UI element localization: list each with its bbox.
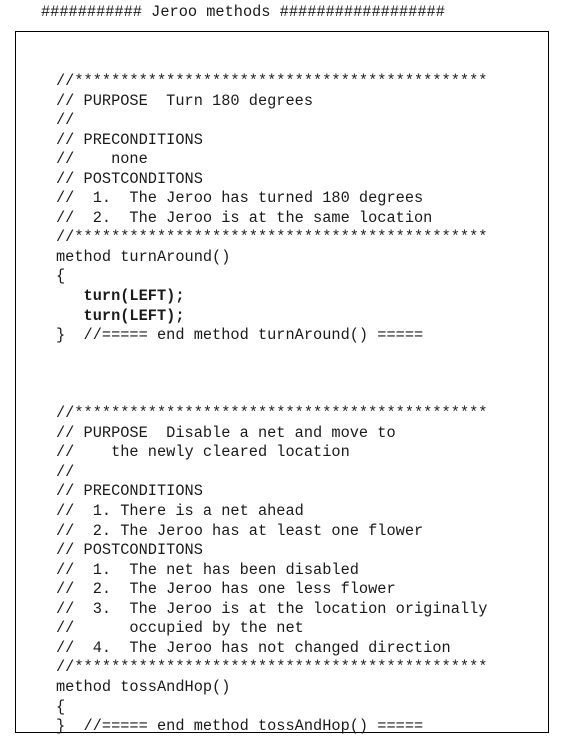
code-line: // occupied by the net (56, 619, 304, 638)
code-line: // PRECONDITIONS (56, 130, 203, 149)
code-listing-box: //**************************************… (15, 31, 549, 735)
code-line: // 2. The Jeroo has at least one flower (56, 521, 424, 540)
code-listing: //**************************************… (56, 72, 487, 737)
code-line: //**************************************… (56, 72, 488, 90)
code-line: } //===== end method turnAround() ===== (56, 326, 424, 345)
code-line: // 3. The Jeroo is at the location origi… (56, 599, 488, 618)
code-line: // 1. The net has been disabled (56, 560, 359, 579)
code-line: // none (56, 150, 148, 169)
code-line: // 1. There is a net ahead (56, 502, 304, 521)
code-line: //**************************************… (56, 228, 488, 247)
blank-code-line (56, 346, 487, 366)
code-line: { (56, 697, 66, 716)
code-line: // the newly cleared location (56, 443, 350, 462)
section-header: ########### Jeroo methods ##############… (41, 3, 445, 21)
blank-code-line (56, 365, 487, 385)
code-line: // PURPOSE Disable a net and move to (56, 423, 396, 442)
code-line: } //===== end method tossAndHop() ===== (56, 717, 424, 736)
code-line: { (56, 267, 66, 286)
code-line: // POSTCONDITONS (56, 541, 203, 560)
blank-code-line (56, 385, 487, 405)
code-line: // (56, 462, 75, 481)
code-line: // PURPOSE Turn 180 degrees (56, 91, 314, 110)
code-line: turn(LEFT); (56, 287, 185, 306)
code-line: //**************************************… (56, 404, 488, 423)
code-line: // 2. The Jeroo has one less flower (56, 580, 396, 599)
code-line: turn(LEFT); (56, 306, 185, 325)
code-line: // 4. The Jeroo has not changed directio… (56, 638, 451, 657)
code-line: //**************************************… (56, 658, 488, 677)
code-line: // 2. The Jeroo is at the same location (56, 208, 433, 227)
code-line: method tossAndHop() (56, 677, 231, 696)
code-line: // POSTCONDITONS (56, 169, 203, 188)
code-line: method turnAround() (56, 247, 231, 266)
code-line: // (56, 111, 75, 130)
code-line: // PRECONDITIONS (56, 482, 203, 501)
code-line: // 1. The Jeroo has turned 180 degrees (56, 189, 424, 208)
